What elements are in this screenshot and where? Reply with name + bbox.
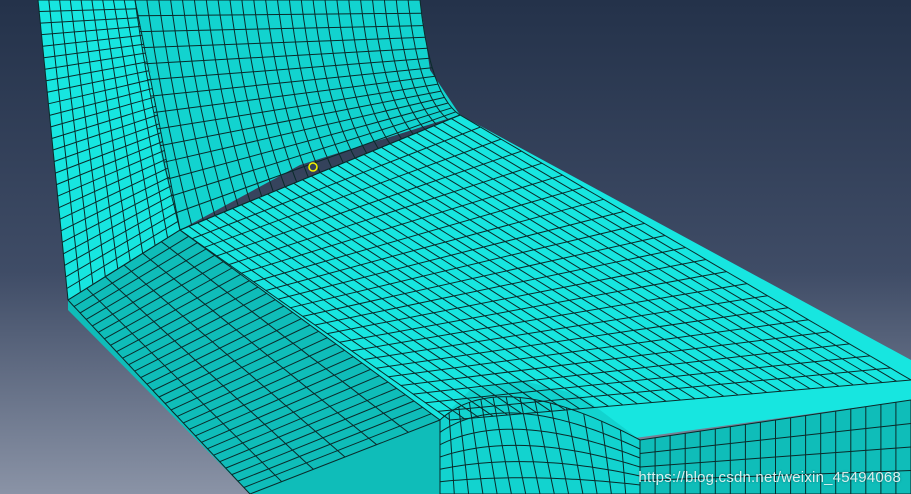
watermark-text: https://blog.csdn.net/weixin_45494068 bbox=[638, 469, 901, 486]
mesh-render[interactable] bbox=[0, 0, 911, 494]
model-viewport[interactable]: https://blog.csdn.net/weixin_45494068 bbox=[0, 0, 911, 494]
